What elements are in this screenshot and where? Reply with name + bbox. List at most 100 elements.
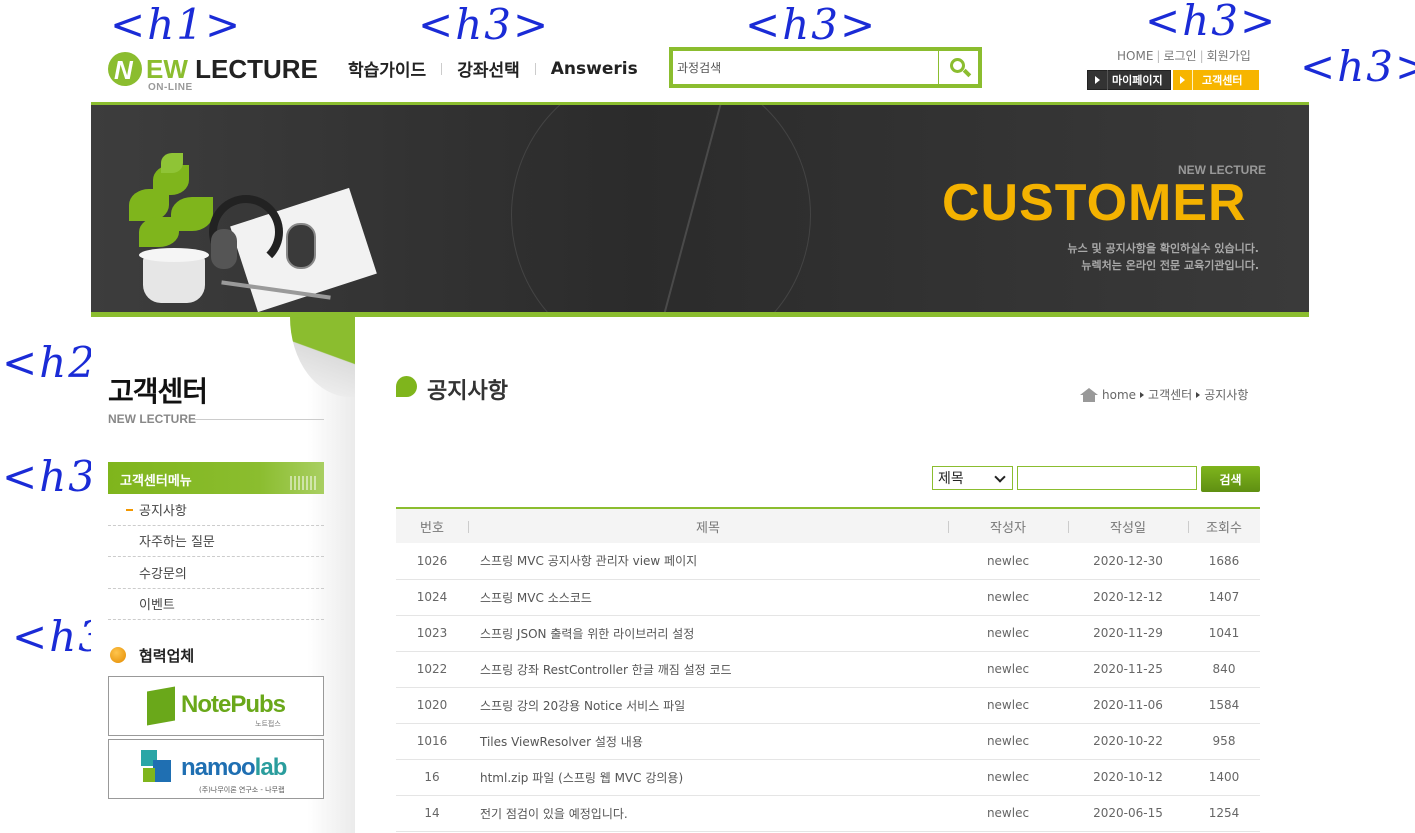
notice-table: 번호 제목 작성자 작성일 조회수 1026 스프링 MVC 공지사항 관리자 v…	[396, 507, 1260, 832]
signup-link[interactable]: 회원가입	[1207, 47, 1251, 64]
annotation-h3-util-right: <h3>	[1300, 42, 1415, 91]
cell-title[interactable]: 스프링 MVC 소스코드	[468, 579, 948, 616]
course-search-input[interactable]	[677, 56, 937, 80]
col-header-writer: 작성자	[948, 508, 1068, 543]
cell-date: 2020-11-25	[1068, 651, 1188, 688]
cell-hit: 840	[1188, 651, 1260, 688]
cell-title[interactable]: html.zip 파일 (스프링 웹 MVC 강의용)	[468, 759, 948, 796]
cell-writer: newlec	[948, 651, 1068, 688]
cell-writer: newlec	[948, 723, 1068, 760]
sidebar-subtitle-line	[195, 419, 324, 420]
logo-text: EW LECTURE	[146, 54, 318, 85]
nav-divider	[534, 62, 536, 75]
cell-title[interactable]: 전기 점검이 있을 예정입니다.	[468, 795, 948, 832]
table-row[interactable]: 1023 스프링 JSON 출력을 위한 라이브러리 설정 newlec 2020-1…	[396, 615, 1260, 652]
col-header-hit: 조회수	[1188, 508, 1260, 543]
sidebar-menu-header-label: 고객센터메뉴	[120, 474, 192, 489]
sidebar-item-event[interactable]: 이벤트	[108, 589, 324, 620]
search-icon-handle	[962, 68, 972, 78]
breadcrumb-notice: 공지사항	[1204, 388, 1249, 402]
annotation-h1-logo: <h1>	[110, 0, 243, 49]
table-row[interactable]: 1022 스프링 강좌 RestController 한글 깨짐 설정 코드 new…	[396, 651, 1260, 688]
breadcrumb-customer[interactable]: 고객센터	[1148, 386, 1192, 403]
chevron-down-icon	[994, 471, 1006, 483]
banner-description-1: 뉴스 및 공지사항을 확인하실수 있습니다.	[1067, 242, 1259, 255]
sidebar-item-faq[interactable]: 자주하는 질문	[108, 526, 324, 557]
headphones-ear-right	[286, 223, 316, 269]
breadcrumb-arrow-icon	[1140, 391, 1145, 398]
sidebar-item-notice[interactable]: 공지사항	[108, 494, 324, 526]
namoolab-small: (주)나무이론 연구소 - 나무랩	[199, 786, 285, 794]
course-search	[669, 47, 982, 88]
cell-title[interactable]: Tiles ViewResolver 설정 내용	[468, 723, 948, 760]
arrow-right-icon	[1180, 76, 1185, 84]
util-divider: |	[1156, 48, 1161, 63]
cell-hit: 1041	[1188, 615, 1260, 652]
login-link[interactable]: 로그인	[1163, 47, 1196, 64]
speech-bubble-icon	[396, 376, 417, 397]
cell-date: 2020-12-12	[1068, 579, 1188, 616]
nav-divider	[441, 62, 443, 75]
header-pattern	[290, 476, 316, 490]
sidebar-menu: 공지사항 자주하는 질문 수강문의 이벤트	[108, 494, 324, 620]
cell-hit: 1584	[1188, 687, 1260, 724]
cell-date: 2020-11-06	[1068, 687, 1188, 724]
customer-center-button[interactable]: 고객센터	[1173, 70, 1259, 90]
col-header-title: 제목	[468, 508, 948, 543]
table-row[interactable]: 1016 Tiles ViewResolver 설정 내용 newlec 2020-1…	[396, 723, 1260, 760]
cell-date: 2020-12-30	[1068, 543, 1188, 580]
cell-title[interactable]: 스프링 JSON 출력을 위한 라이브러리 설정	[468, 615, 948, 652]
nav-course-select[interactable]: 강좌선택	[457, 56, 520, 81]
cell-no: 1020	[396, 687, 468, 724]
cell-date: 2020-06-15	[1068, 795, 1188, 832]
cell-no: 16	[396, 759, 468, 796]
banner-title: CUSTOMER	[942, 174, 1247, 232]
logo-text-main: LECTURE	[187, 54, 318, 84]
logo-subtitle: ON-LINE	[148, 82, 193, 93]
search-field-selected: 제목	[938, 471, 964, 487]
cell-no: 1016	[396, 723, 468, 760]
headphones-ear-left	[211, 229, 237, 269]
customer-center-label: 고객센터	[1202, 74, 1243, 87]
partner-title: 협력업체	[139, 647, 195, 665]
utility-buttons: 마이페이지 고객센터	[1087, 70, 1259, 90]
cell-writer: newlec	[948, 759, 1068, 796]
table-row[interactable]: 16 html.zip 파일 (스프링 웹 MVC 강의용) newlec 2020-…	[396, 759, 1260, 796]
cell-writer: newlec	[948, 687, 1068, 724]
namoolab-logo-icon	[141, 750, 177, 784]
cell-title[interactable]: 스프링 강의 20강용 Notice 서비스 파일	[468, 687, 948, 724]
customer-banner: NEW LECTURE CUSTOMER 뉴스 및 공지사항을 확인하실수 있습…	[91, 105, 1309, 312]
nav-answeris[interactable]: Answeris	[551, 59, 638, 79]
table-row[interactable]: 1020 스프링 강의 20강용 Notice 서비스 파일 newlec 2020-…	[396, 687, 1260, 724]
breadcrumb-home[interactable]: home	[1102, 388, 1136, 402]
table-row[interactable]: 1026 스프링 MVC 공지사항 관리자 view 페이지 newlec 2020-…	[396, 543, 1260, 580]
mypage-button[interactable]: 마이페이지	[1087, 70, 1171, 90]
cell-date: 2020-11-29	[1068, 615, 1188, 652]
search-button[interactable]	[938, 51, 978, 84]
util-divider: |	[1199, 48, 1204, 63]
table-header-row: 번호 제목 작성자 작성일 조회수	[396, 508, 1260, 543]
partner-bullet-icon	[110, 647, 126, 663]
partner-namoolab[interactable]: namoolab (주)나무이론 연구소 - 나무랩	[108, 739, 324, 799]
plant-leaf	[139, 217, 179, 247]
annotation-h3-nav: <h3>	[418, 0, 551, 49]
button-divider	[1192, 70, 1193, 90]
notice-search-button[interactable]: 검색	[1201, 466, 1260, 492]
home-link[interactable]: HOME	[1117, 49, 1153, 63]
plant-pot-illustration	[143, 255, 205, 303]
sidebar-item-inquiry[interactable]: 수강문의	[108, 557, 324, 589]
table-row[interactable]: 1024 스프링 MVC 소스코드 newlec 2020-12-12 1407	[396, 579, 1260, 616]
arrow-right-icon	[1095, 76, 1100, 84]
plant-leaf	[161, 153, 183, 173]
cell-title[interactable]: 스프링 강좌 RestController 한글 깨짐 설정 코드	[468, 651, 948, 688]
search-field-select[interactable]: 제목	[932, 466, 1013, 490]
site-logo[interactable]: N EW LECTURE ON-LINE	[108, 50, 328, 94]
notice-search-input[interactable]	[1017, 466, 1197, 490]
cell-writer: newlec	[948, 795, 1068, 832]
nav-learning-guide[interactable]: 학습가이드	[348, 56, 426, 81]
cell-title[interactable]: 스프링 MVC 공지사항 관리자 view 페이지	[468, 543, 948, 580]
table-row[interactable]: 14 전기 점검이 있을 예정입니다. newlec 2020-06-15 1254	[396, 795, 1260, 832]
breadcrumb: home 고객센터 공지사항	[1080, 386, 1248, 403]
col-header-date: 작성일	[1068, 508, 1188, 543]
partner-notepubs[interactable]: NotePubs 노트펍스	[108, 676, 324, 736]
